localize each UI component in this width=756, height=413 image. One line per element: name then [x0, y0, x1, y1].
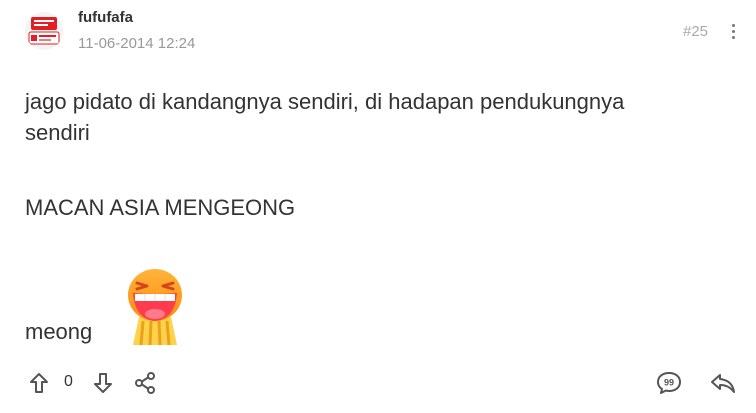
post-text-line: jago pidato di kandangnya sendiri, di ha…	[25, 89, 625, 114]
laughing-emoji-icon	[128, 269, 182, 346]
share-button[interactable]	[133, 372, 157, 394]
reply-icon	[711, 374, 735, 393]
post-text-line: MACAN ASIA MENGEONG	[25, 195, 296, 220]
more-options-icon[interactable]	[727, 18, 739, 44]
quote-button[interactable]: 99	[656, 371, 682, 395]
downvote-button[interactable]	[92, 372, 114, 394]
post-text-line: sendiri	[25, 120, 90, 145]
svg-text:99: 99	[664, 378, 674, 388]
upvote-button[interactable]	[28, 372, 50, 394]
username[interactable]: fufufafa	[78, 9, 133, 26]
avatar[interactable]	[25, 12, 63, 50]
post-text-line: meong	[25, 319, 93, 344]
avatar-image	[25, 12, 63, 50]
share-icon	[135, 372, 155, 394]
upvote-icon	[30, 373, 48, 393]
vote-count: 0	[64, 373, 73, 390]
post-timestamp: 11-06-2014 12:24	[78, 35, 196, 52]
post-number[interactable]: #25	[683, 23, 708, 40]
quote-icon: 99	[657, 372, 681, 394]
reply-button[interactable]	[710, 372, 736, 394]
downvote-icon	[94, 373, 112, 393]
